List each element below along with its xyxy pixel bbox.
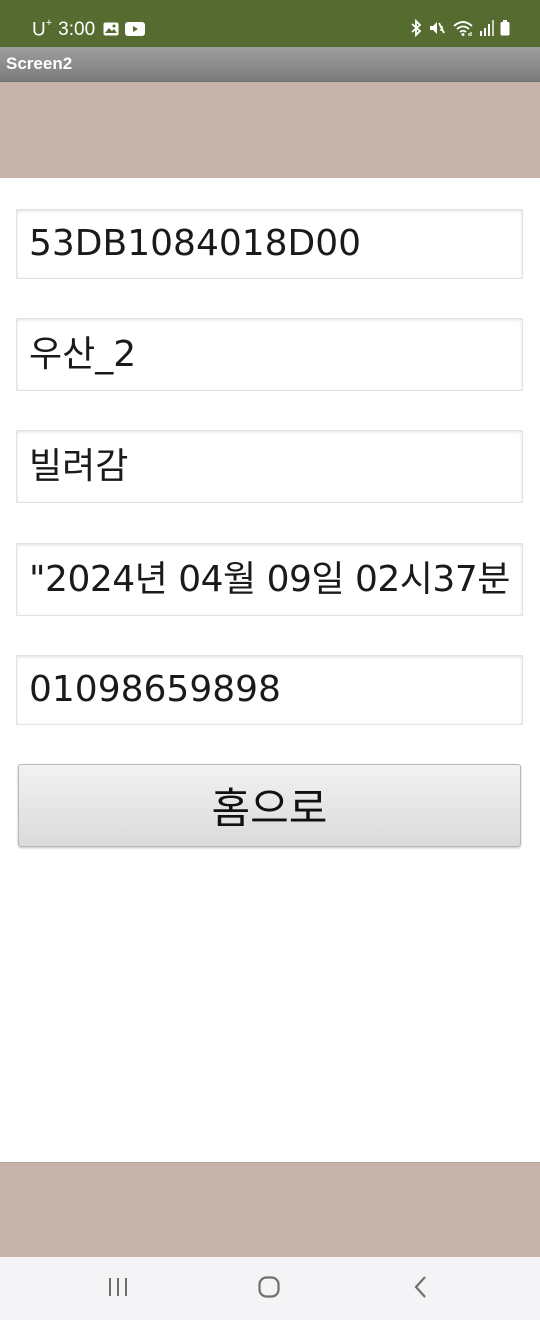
status-right <box>410 17 510 43</box>
datetime-field[interactable]: "2024년 04월 09일 02시37분 <box>16 543 523 616</box>
tag-id-field[interactable]: 53DB1084018D00 <box>16 209 523 279</box>
back-button[interactable] <box>401 1273 441 1305</box>
recents-icon <box>106 1276 130 1302</box>
screen-title: Screen2 <box>6 54 73 73</box>
battery-icon <box>500 20 510 40</box>
home-button[interactable]: 홈으로 <box>18 764 521 847</box>
navigation-bar <box>0 1257 540 1320</box>
mute-icon <box>428 19 446 41</box>
title-bar: Screen2 <box>0 47 540 82</box>
carrier-label: U+ <box>32 16 53 41</box>
status-time: 3:00 <box>58 19 96 40</box>
wifi-icon <box>452 19 474 41</box>
recents-button[interactable] <box>98 1273 138 1305</box>
item-name-field[interactable]: 우산_2 <box>16 318 523 391</box>
back-icon <box>411 1275 431 1303</box>
gallery-icon <box>103 21 119 40</box>
signal-icon <box>480 20 494 40</box>
bluetooth-icon <box>410 18 422 41</box>
home-nav-button[interactable] <box>249 1273 289 1305</box>
top-color-band <box>0 82 540 178</box>
status-field[interactable]: 빌려감 <box>16 430 523 503</box>
youtube-icon <box>125 21 146 40</box>
status-left: U+ 3:00 <box>32 16 146 43</box>
phone-field[interactable]: 01098659898 <box>16 655 523 725</box>
status-bar: U+ 3:00 <box>0 0 540 47</box>
home-icon <box>257 1275 281 1303</box>
bottom-color-band <box>0 1162 540 1257</box>
